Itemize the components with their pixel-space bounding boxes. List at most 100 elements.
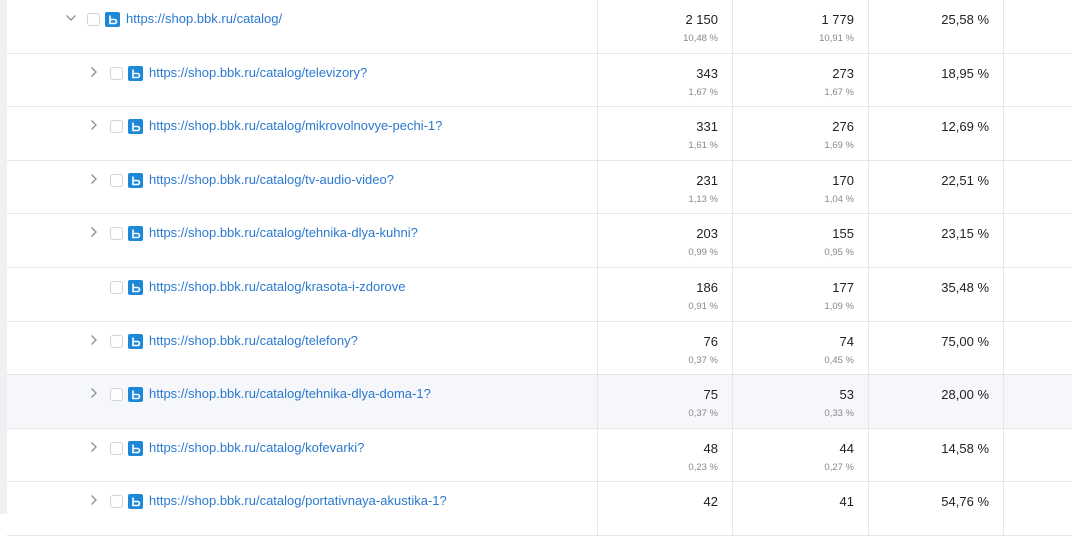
table-row[interactable]: https://shop.bbk.ru/catalog/tehnika-dlya… — [7, 214, 1072, 268]
row-checkbox[interactable] — [110, 120, 123, 134]
visitors-share: 0,27 % — [824, 461, 854, 473]
rate-value: 35,48 % — [941, 279, 989, 295]
column-divider — [868, 321, 869, 375]
chevron-right-icon[interactable] — [87, 118, 101, 132]
page-url-link[interactable]: https://shop.bbk.ru/catalog/mikrovolnovy… — [149, 118, 442, 133]
column-divider — [868, 267, 869, 321]
column-divider — [1003, 0, 1004, 53]
page-url-link[interactable]: https://shop.bbk.ru/catalog/tehnika-dlya… — [149, 225, 418, 240]
visits-value: 75 — [703, 387, 718, 403]
visits-value: 343 — [696, 65, 718, 81]
visits-value: 331 — [696, 119, 718, 135]
rate-value: 28,00 % — [941, 387, 989, 403]
row-checkbox[interactable] — [110, 280, 123, 294]
visits-share: 1,61 % — [688, 140, 718, 152]
column-divider — [732, 375, 733, 428]
column-divider — [1003, 160, 1004, 214]
rate-value: 23,15 % — [941, 226, 989, 242]
chevron-right-icon[interactable] — [87, 440, 101, 454]
column-divider — [597, 375, 598, 428]
visits-value: 42 — [703, 494, 718, 510]
table-row[interactable]: https://shop.bbk.ru/catalog/kofevarki? 48… — [7, 428, 1072, 483]
row-checkbox[interactable] — [110, 334, 123, 348]
visitors-value: 170 — [832, 172, 854, 188]
page-url-link[interactable]: https://shop.bbk.ru/catalog/tv-audio-vid… — [149, 172, 394, 187]
column-divider — [732, 107, 733, 160]
visits-share: 0,37 % — [688, 408, 718, 420]
visitors-value: 74 — [839, 333, 854, 349]
table-row[interactable]: https://shop.bbk.ru/catalog/tv-audio-vid… — [7, 160, 1072, 215]
column-divider — [868, 375, 869, 428]
visitors-value: 1 779 — [821, 12, 854, 27]
column-divider — [732, 0, 733, 53]
table-row[interactable]: https://shop.bbk.ru/catalog/telefony? 76 0… — [7, 321, 1072, 376]
report-table: https://shop.bbk.ru/catalog/2 150 10,48 %… — [7, 0, 1072, 536]
row-checkbox[interactable] — [110, 495, 123, 509]
chevron-right-icon[interactable] — [87, 493, 101, 507]
site-favicon-icon — [128, 119, 143, 135]
table-row[interactable]: https://shop.bbk.ru/catalog/portativnaya… — [7, 482, 1072, 536]
row-checkbox[interactable] — [110, 388, 123, 402]
column-divider — [597, 53, 598, 107]
column-divider — [732, 214, 733, 267]
chevron-right-icon[interactable] — [87, 225, 101, 239]
table-row[interactable]: https://shop.bbk.ru/catalog/2 150 10,48 %… — [7, 0, 1072, 54]
page-url-link[interactable]: https://shop.bbk.ru/catalog/portativnaya… — [149, 493, 447, 508]
row-checkbox[interactable] — [110, 441, 123, 455]
column-divider — [1003, 53, 1004, 107]
column-divider — [1003, 482, 1004, 535]
column-divider — [868, 214, 869, 267]
chevron-right-icon[interactable] — [87, 386, 101, 400]
visitors-share: 0,33 % — [824, 408, 854, 420]
table-row[interactable]: https://shop.bbk.ru/catalog/mikrovolnovy… — [7, 107, 1072, 161]
rate-value: 25,58 % — [941, 12, 989, 27]
page-url-link[interactable]: https://shop.bbk.ru/catalog/tehnika-dlya… — [149, 386, 431, 401]
page-url-link[interactable]: https://shop.bbk.ru/catalog/ — [126, 11, 282, 26]
page-url-link[interactable]: https://shop.bbk.ru/catalog/televizory? — [149, 65, 367, 80]
visits-value: 76 — [703, 333, 718, 349]
site-favicon-icon — [128, 440, 143, 456]
chevron-right-icon[interactable] — [87, 172, 101, 186]
left-panel-edge — [0, 0, 7, 514]
column-divider — [732, 428, 733, 482]
column-divider — [597, 214, 598, 267]
site-favicon-icon — [105, 12, 120, 27]
row-checkbox[interactable] — [110, 227, 123, 241]
visitors-value: 155 — [832, 226, 854, 242]
visits-value: 203 — [696, 226, 718, 242]
visitors-share: 0,95 % — [824, 247, 854, 259]
chevron-down-icon[interactable] — [64, 11, 78, 25]
row-checkbox[interactable] — [87, 13, 100, 26]
rate-value: 22,51 % — [941, 172, 989, 188]
page-url-link[interactable]: https://shop.bbk.ru/catalog/kofevarki? — [149, 440, 364, 455]
visitors-value: 273 — [832, 65, 854, 81]
column-divider — [732, 267, 733, 321]
visits-share: 1,13 % — [688, 193, 718, 205]
visitors-share: 1,09 % — [824, 300, 854, 312]
chevron-right-icon[interactable] — [87, 333, 101, 347]
table-row[interactable]: https://shop.bbk.ru/catalog/tehnika-dlya… — [7, 375, 1072, 429]
table-row[interactable]: https://shop.bbk.ru/catalog/krasota-i-zd… — [7, 267, 1072, 322]
visits-value: 186 — [696, 279, 718, 295]
column-divider — [1003, 107, 1004, 160]
column-divider — [1003, 428, 1004, 482]
column-divider — [597, 321, 598, 375]
site-favicon-icon — [128, 172, 143, 188]
column-divider — [732, 482, 733, 535]
table-row[interactable]: https://shop.bbk.ru/catalog/televizory? 3… — [7, 53, 1072, 108]
column-divider — [868, 0, 869, 53]
column-divider — [868, 53, 869, 107]
visits-share: 0,37 % — [688, 354, 718, 366]
column-divider — [597, 107, 598, 160]
visitors-value: 53 — [839, 387, 854, 403]
visitors-share: 0,45 % — [824, 354, 854, 366]
page-url-link[interactable]: https://shop.bbk.ru/catalog/krasota-i-zd… — [149, 279, 406, 294]
row-checkbox[interactable] — [110, 66, 123, 80]
visitors-value: 177 — [832, 279, 854, 295]
visits-share: 0,23 % — [688, 461, 718, 473]
column-divider — [868, 482, 869, 535]
visitors-share: 10,91 % — [819, 33, 854, 44]
chevron-right-icon[interactable] — [87, 65, 101, 79]
page-url-link[interactable]: https://shop.bbk.ru/catalog/telefony? — [149, 333, 358, 348]
row-checkbox[interactable] — [110, 173, 123, 187]
